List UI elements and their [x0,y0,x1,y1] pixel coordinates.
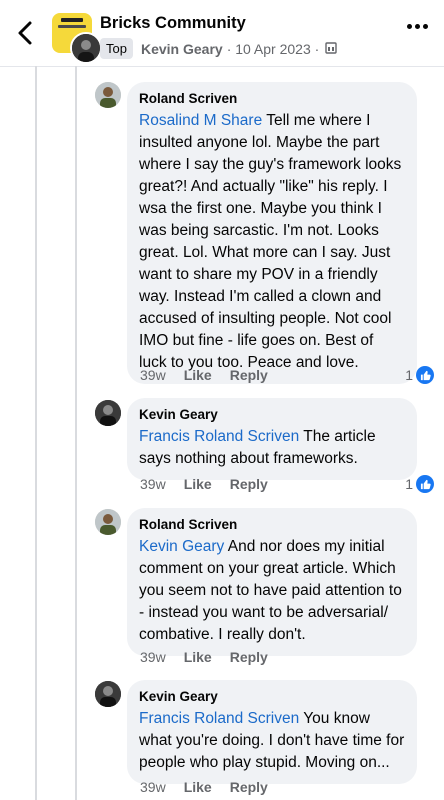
group-title[interactable]: Bricks Community [100,14,246,33]
commenter-name[interactable]: Kevin Geary [139,406,405,424]
header: Bricks Community Top Kevin Geary · 10 Ap… [0,0,444,67]
reaction-count[interactable]: 1 [405,366,434,384]
group-privacy-icon [325,41,338,57]
comment-bubble: Kevin Geary Francis Roland Scriven You k… [127,680,417,784]
thumbs-up-icon [416,366,434,384]
author-avatar[interactable] [70,32,102,64]
mention-link[interactable]: Francis Roland Scriven [139,428,299,445]
reaction-count-number: 1 [405,367,413,383]
reaction-count-number: 1 [405,476,413,492]
thread-line [75,66,77,800]
post-author[interactable]: Kevin Geary [141,41,223,57]
commenter-avatar[interactable] [95,400,121,426]
top-badge: Top [100,38,133,59]
thumbs-up-icon [416,475,434,493]
post-meta: Top Kevin Geary · 10 Apr 2023 · [100,38,338,59]
comment-text: Kevin Geary And nor does my initial comm… [139,538,402,643]
comment-bubble: Roland Scriven Rosalind M Share Tell me … [127,82,417,384]
comment-actions: 39w Like Reply [140,367,268,383]
reply-button[interactable]: Reply [230,779,268,795]
commenter-name[interactable]: Kevin Geary [139,688,405,706]
comment-time[interactable]: 39w [140,779,166,795]
comment-bubble: Kevin Geary Francis Roland Scriven The a… [127,398,417,480]
commenter-avatar[interactable] [95,681,121,707]
comment-time[interactable]: 39w [140,476,166,492]
comment-actions: 39w Like Reply [140,779,268,795]
like-button[interactable]: Like [184,367,212,383]
mention-link[interactable]: Francis Roland Scriven [139,710,299,727]
comment-time[interactable]: 39w [140,367,166,383]
commenter-name[interactable]: Roland Scriven [139,90,405,108]
reply-button[interactable]: Reply [230,476,268,492]
comment-actions: 39w Like Reply [140,649,268,665]
mention-link[interactable]: Kevin Geary [139,538,224,555]
comment-text: Rosalind M Share Tell me where I insulte… [139,112,402,371]
commenter-name[interactable]: Roland Scriven [139,516,405,534]
like-button[interactable]: Like [184,649,212,665]
reply-button[interactable]: Reply [230,367,268,383]
mention-link[interactable]: Rosalind M Share [139,112,262,129]
comment-time[interactable]: 39w [140,649,166,665]
reply-button[interactable]: Reply [230,649,268,665]
like-button[interactable]: Like [184,476,212,492]
back-arrow-icon[interactable] [14,20,36,46]
commenter-avatar[interactable] [95,82,121,108]
like-button[interactable]: Like [184,779,212,795]
comment-bubble: Roland Scriven Kevin Geary And nor does … [127,508,417,656]
post-date[interactable]: · 10 Apr 2023 · [227,41,320,57]
comment-text: Francis Roland Scriven The article says … [139,428,376,467]
reaction-count[interactable]: 1 [405,475,434,493]
comment-actions: 39w Like Reply [140,476,268,492]
thread-line [35,66,37,800]
commenter-avatar[interactable] [95,509,121,535]
more-options-icon[interactable] [407,24,428,29]
comment-text: Francis Roland Scriven You know what you… [139,710,405,771]
